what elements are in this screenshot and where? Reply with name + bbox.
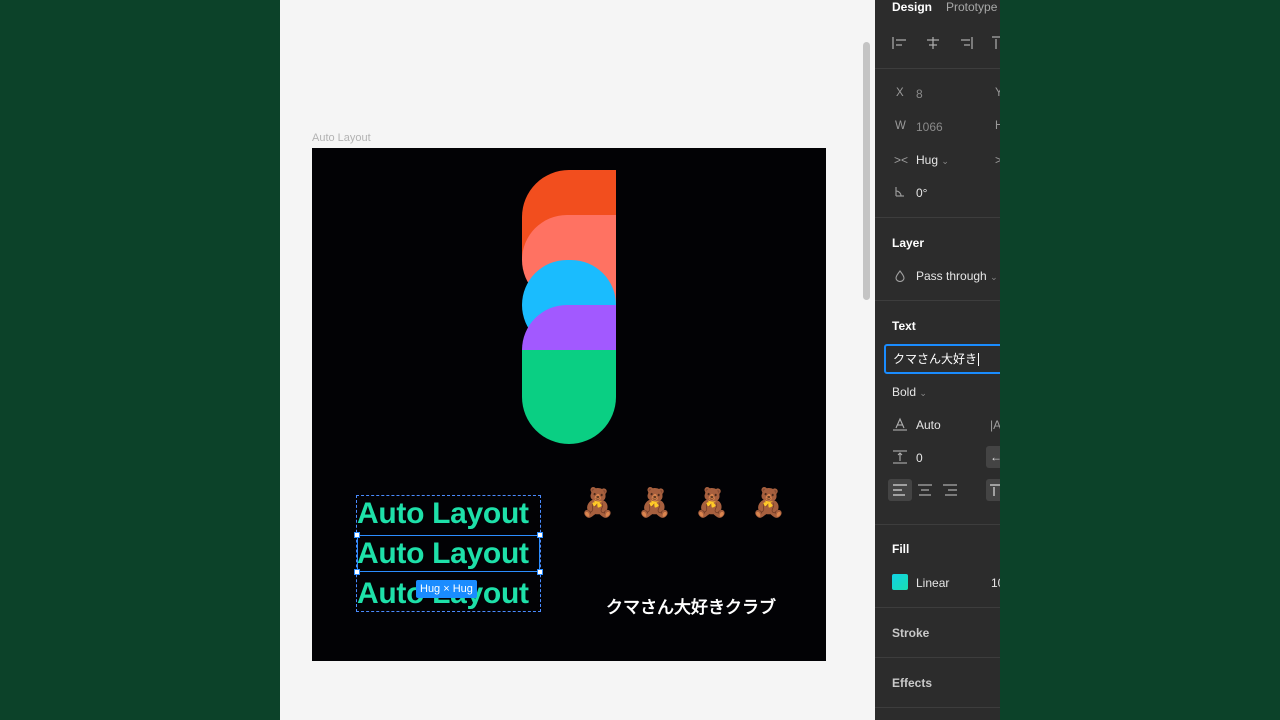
text-content-input[interactable]: クマさん大好き: [884, 344, 1000, 374]
canvas-scrollbar[interactable]: [863, 42, 870, 300]
caption-text[interactable]: クマさん大好きクラブ: [606, 593, 776, 618]
font-weight-value: Bold: [892, 385, 917, 399]
resize-handle-br[interactable]: [537, 569, 543, 575]
bear-emoji-4[interactable]: 🧸: [751, 486, 786, 520]
auto-layout-frame[interactable]: Auto Layout Auto Layout Auto Layout Hug …: [312, 148, 826, 661]
resize-handle-tl[interactable]: [354, 532, 360, 538]
blend-mode-icon: [895, 270, 905, 282]
rotation-icon: [895, 187, 904, 197]
tab-design[interactable]: Design: [892, 0, 932, 14]
paragraph-spacing-field[interactable]: 0: [916, 451, 923, 465]
align-top-icon: [990, 484, 1000, 496]
blend-mode-value: Pass through: [916, 269, 987, 283]
x-label: X: [896, 87, 904, 99]
arrow-left-icon: ←: [990, 450, 1000, 464]
hug-size-badge: Hug × Hug: [416, 580, 477, 598]
paragraph-spacing-icon: [893, 450, 907, 464]
w-label: W: [895, 120, 906, 132]
letter-spacing-icon: |A: [990, 418, 1000, 432]
text-input-value: クマさん大好き: [893, 352, 978, 366]
divider: [875, 300, 1000, 301]
divider: [875, 657, 1000, 658]
blend-mode-dropdown[interactable]: Pass through ⌄: [916, 269, 998, 283]
divider: [875, 707, 1000, 708]
tab-prototype[interactable]: Prototype: [946, 0, 997, 14]
resize-handle-tr[interactable]: [537, 532, 543, 538]
bear-emoji-2[interactable]: 🧸: [637, 486, 672, 520]
bear-emoji-1[interactable]: 🧸: [580, 486, 615, 520]
h-label: H: [995, 120, 1000, 132]
chevron-down-icon: ⌄: [941, 156, 949, 166]
line-height-icon: [893, 417, 907, 431]
y-label: Y: [995, 87, 1000, 99]
fill-type[interactable]: Linear: [916, 576, 949, 590]
align-top-button[interactable]: [986, 479, 1000, 501]
chevron-down-icon: ⌄: [919, 388, 927, 398]
fill-section-title: Fill: [892, 542, 910, 556]
effects-section-title[interactable]: Effects: [892, 676, 932, 690]
auto-layout-text-1[interactable]: Auto Layout: [357, 496, 538, 532]
alignment-toolbar: [892, 36, 1000, 49]
align-right-button[interactable]: [938, 479, 962, 501]
align-center-icon: [918, 484, 932, 496]
w-field[interactable]: 1066: [916, 120, 943, 134]
fill-opacity[interactable]: 10: [991, 576, 1000, 590]
bear-emoji-3[interactable]: 🧸: [694, 486, 729, 520]
divider: [875, 607, 1000, 608]
align-left-button[interactable]: [888, 479, 912, 501]
chevron-down-icon: ⌄: [990, 272, 998, 282]
selection-box: [357, 535, 540, 572]
left-background: [0, 0, 280, 720]
design-canvas[interactable]: Auto Layout Auto Layout Auto Layout Auto…: [280, 0, 875, 720]
frame-label[interactable]: Auto Layout: [312, 132, 371, 144]
divider: [875, 524, 1000, 525]
properties-panel: Design Prototype X 8 Y W 1066 H >< Hug ⌄…: [875, 0, 1000, 720]
resize-handle-bl[interactable]: [354, 569, 360, 575]
horizontal-resizing-dropdown[interactable]: Hug ⌄: [916, 153, 949, 167]
fill-color-swatch[interactable]: [892, 574, 908, 590]
resize-value: Hug: [916, 153, 939, 167]
layer-section-title: Layer: [892, 236, 925, 250]
horizontal-resizing-icon: ><: [894, 153, 909, 167]
right-background: [1000, 0, 1280, 720]
paragraph-indent-button[interactable]: ←: [986, 446, 1000, 468]
divider: [875, 68, 1000, 69]
align-center-button[interactable]: [913, 479, 937, 501]
divider: [875, 217, 1000, 218]
stroke-section-title[interactable]: Stroke: [892, 626, 929, 640]
line-height-field[interactable]: Auto: [916, 418, 941, 432]
align-left-icon: [893, 484, 907, 496]
align-right-icon: [943, 484, 957, 496]
vertical-resizing-icon: >: [995, 153, 1000, 167]
x-field[interactable]: 8: [916, 87, 923, 101]
text-section-title: Text: [892, 319, 916, 333]
font-weight-dropdown[interactable]: Bold ⌄: [892, 385, 927, 399]
rotation-field[interactable]: 0°: [916, 186, 927, 200]
text-caret: [978, 353, 980, 366]
